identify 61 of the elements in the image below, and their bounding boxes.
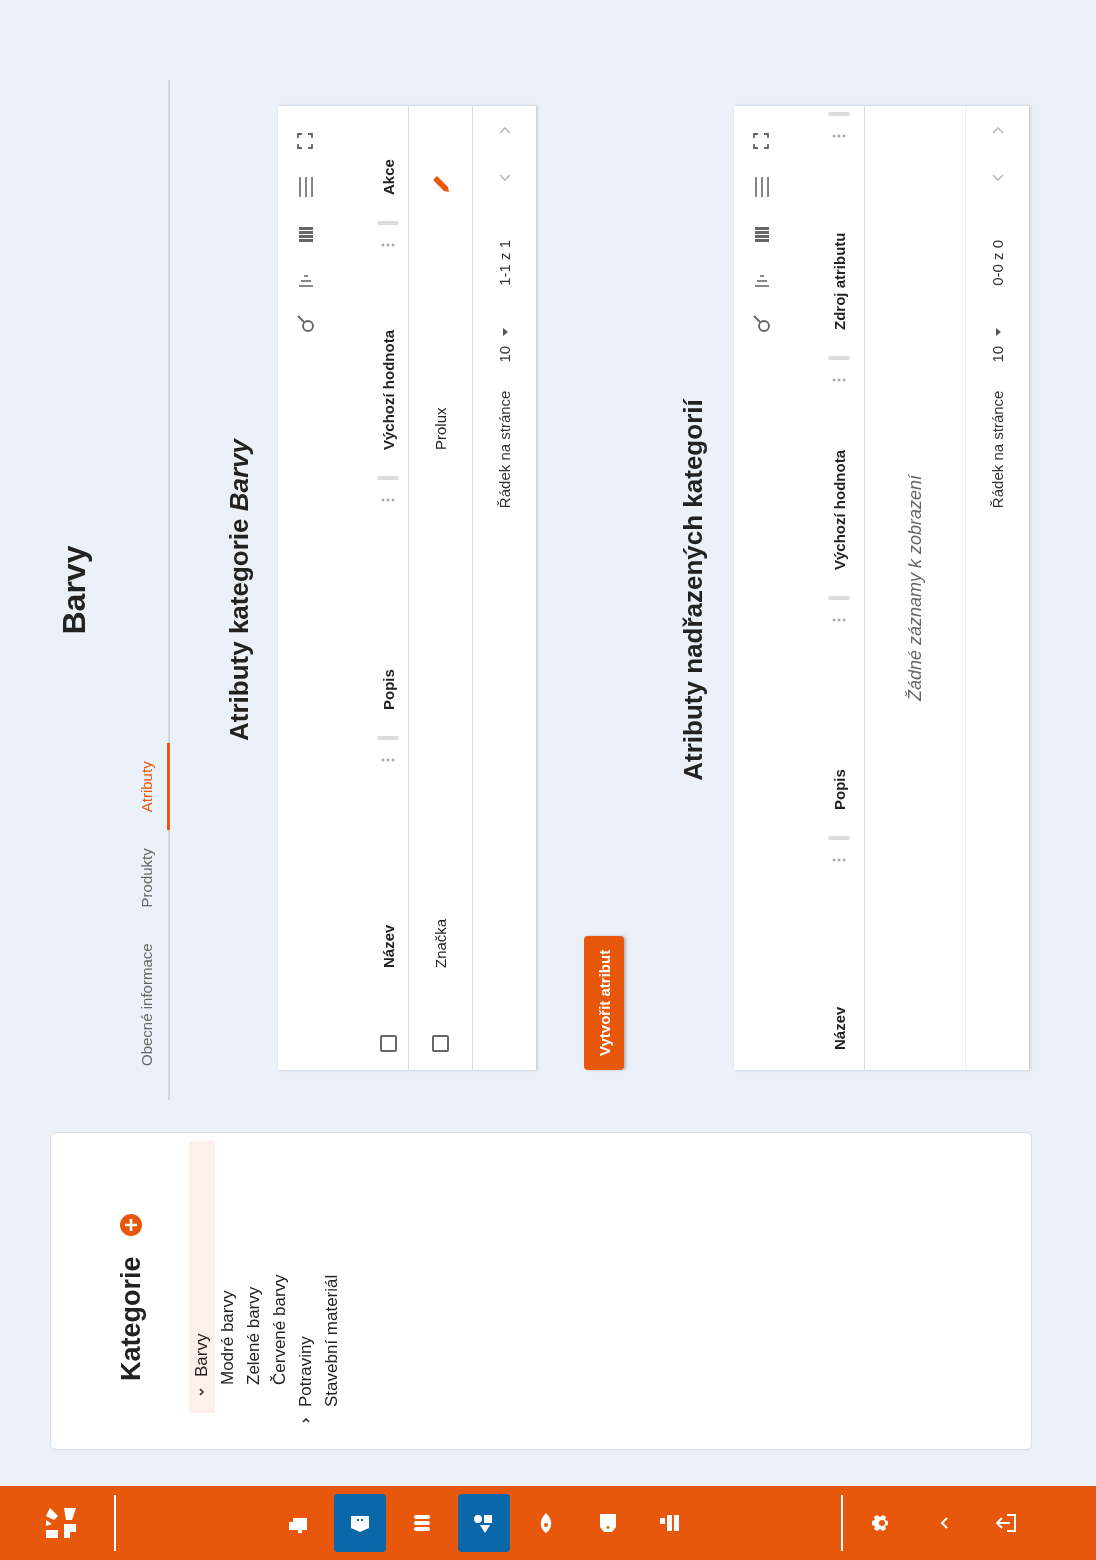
column-menu-icon[interactable] — [381, 758, 395, 762]
column-resize-handle[interactable] — [828, 112, 850, 116]
tree-item[interactable]: Zelené barvy — [241, 1141, 267, 1441]
column-header[interactable]: Popis — [379, 669, 397, 710]
logo-icon — [44, 1506, 78, 1540]
table-cell: Značka — [432, 918, 449, 968]
tree-item[interactable]: Modré barvy — [215, 1141, 241, 1441]
column-menu-icon[interactable] — [832, 378, 846, 382]
column-resize-handle[interactable] — [828, 356, 850, 360]
columns-icon[interactable] — [296, 175, 316, 199]
column-header[interactable]: Popis — [830, 769, 848, 810]
column-header[interactable]: Výchozí hodnota — [830, 450, 848, 570]
column-header[interactable]: Zdroj atributu — [830, 232, 848, 330]
empty-message: Žádné záznamy k zobrazení — [904, 474, 926, 702]
fullscreen-icon[interactable] — [752, 132, 770, 150]
shapes-icon[interactable] — [458, 1494, 510, 1552]
section-heading: Atributy nadřazených kategorií — [677, 399, 709, 781]
column-resize-handle[interactable] — [377, 736, 399, 740]
checkbox[interactable] — [432, 1035, 449, 1052]
column-resize-handle[interactable] — [828, 596, 850, 600]
tab[interactable]: Produkty — [130, 830, 170, 926]
create-attribute-button[interactable]: Vytvořit atribut — [584, 935, 624, 1070]
tree-item[interactable]: Potraviny — [293, 1141, 319, 1441]
column-menu-icon[interactable] — [832, 134, 846, 138]
column-header[interactable]: Název — [379, 924, 397, 968]
chevron-icon[interactable] — [197, 1387, 207, 1397]
page-range: 0-0 z 0 — [989, 240, 1006, 286]
column-header[interactable]: Výchozí hodnota — [379, 330, 397, 450]
tree-item[interactable]: Červené barvy — [267, 1141, 293, 1441]
rows-per-page-select[interactable]: 10 — [496, 327, 513, 363]
tab[interactable]: Obecné informace — [130, 925, 170, 1084]
column-resize-handle[interactable] — [377, 476, 399, 480]
caret-icon — [993, 327, 1002, 336]
rows-per-page-label: Řádek na stránce — [496, 390, 513, 509]
tree-item[interactable]: Barvy — [189, 1141, 215, 1413]
section-heading: Atributy kategorie Barvy — [223, 439, 255, 741]
search-icon[interactable] — [752, 314, 772, 334]
chevron-icon[interactable] — [301, 1415, 311, 1425]
add-icon[interactable] — [120, 1214, 142, 1237]
column-header[interactable]: Akce — [379, 159, 397, 195]
fullscreen-icon[interactable] — [296, 132, 314, 150]
table-cell: Prolux — [432, 407, 449, 450]
page-range: 1-1 z 1 — [496, 240, 513, 286]
density-icon[interactable] — [296, 224, 316, 244]
columns-icon[interactable] — [752, 175, 772, 199]
search-icon[interactable] — [296, 314, 316, 334]
column-menu-icon[interactable] — [832, 618, 846, 622]
checkbox[interactable] — [379, 1035, 397, 1052]
page-title: Barvy — [55, 545, 93, 635]
column-menu-icon[interactable] — [832, 858, 846, 862]
column-menu-icon[interactable] — [381, 498, 395, 502]
panel-title: Kategorie — [115, 1256, 147, 1381]
density-icon[interactable] — [752, 224, 772, 244]
rows-per-page-label: Řádek na stránce — [989, 390, 1006, 509]
column-menu-icon[interactable] — [381, 243, 395, 247]
column-header[interactable]: Název — [830, 1006, 848, 1050]
rows-per-page-select[interactable]: 10 — [989, 327, 1006, 363]
column-resize-handle[interactable] — [828, 836, 850, 840]
caret-icon — [500, 327, 509, 336]
tree-item[interactable]: Stavební materiál — [319, 1141, 345, 1441]
column-resize-handle[interactable] — [377, 221, 399, 225]
